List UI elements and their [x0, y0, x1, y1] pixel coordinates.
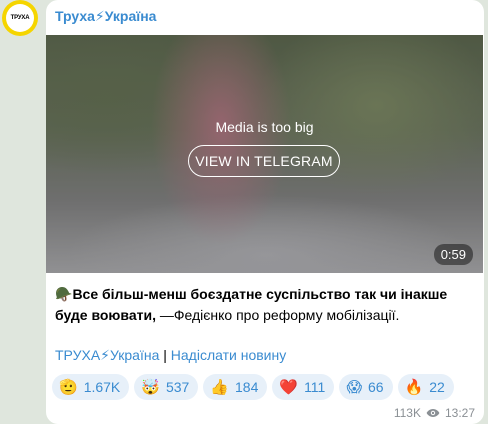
channel-avatar-logo: ТРУХА [6, 4, 34, 32]
view-count: 113K [393, 406, 421, 420]
reaction-heart[interactable]: ❤️ 111 [272, 374, 335, 400]
reaction-count: 66 [367, 379, 384, 395]
reactions-bar: 🫡 1.67K 🤯 537 👍 184 ❤️ 111 😱 66 🔥 22 [52, 374, 454, 400]
exploding-head-icon: 🤯 [141, 379, 160, 396]
message-bubble: Труха⚡Україна Media is too big VIEW IN T… [46, 0, 484, 424]
link-separator: | [159, 347, 171, 363]
channel-name[interactable]: Труха⚡Україна [55, 8, 156, 25]
thumbs-up-icon: 👍 [210, 379, 230, 396]
post-text: 🪖Все більш-менш боєздатне суспільство та… [55, 284, 475, 326]
view-in-telegram-button[interactable]: VIEW IN TELEGRAM [188, 145, 340, 177]
reaction-thumbs-up[interactable]: 👍 184 [203, 374, 268, 400]
salute-face-icon: 🫡 [59, 379, 78, 396]
reaction-exploding-head[interactable]: 🤯 537 [134, 374, 199, 400]
media-too-big-notice: Media is too big [215, 119, 314, 135]
message-time: 13:27 [444, 406, 475, 420]
message-meta: 113K 13:27 [394, 406, 475, 420]
video-duration-badge: 0:59 [433, 244, 473, 265]
reaction-count: 111 [304, 379, 326, 395]
heart-icon: ❤️ [279, 379, 299, 396]
reaction-count: 22 [429, 379, 445, 395]
post-rest-text: —Федієнко про реформу мобілізації. [155, 307, 400, 323]
fire-icon: 🔥 [404, 379, 424, 396]
channel-avatar[interactable]: ТРУХА [2, 0, 38, 36]
post-links: ТРУХА⚡Україна | Надіслати новину [55, 347, 286, 364]
eye-icon [426, 409, 440, 417]
submit-news-link[interactable]: Надіслати новину [171, 347, 286, 363]
channel-link[interactable]: ТРУХА⚡Україна [55, 347, 159, 363]
reaction-count: 537 [165, 379, 190, 395]
screaming-face-icon: 😱 [346, 379, 362, 396]
helmet-emoji: 🪖 [55, 286, 73, 302]
reaction-salute[interactable]: 🫡 1.67K [52, 374, 130, 400]
reaction-fire[interactable]: 🔥 22 [397, 374, 454, 400]
video-preview[interactable]: Media is too big VIEW IN TELEGRAM 0:59 [46, 35, 483, 273]
reaction-screaming[interactable]: 😱 66 [339, 374, 393, 400]
reaction-count: 1.67K [83, 379, 121, 395]
reaction-count: 184 [235, 379, 259, 395]
